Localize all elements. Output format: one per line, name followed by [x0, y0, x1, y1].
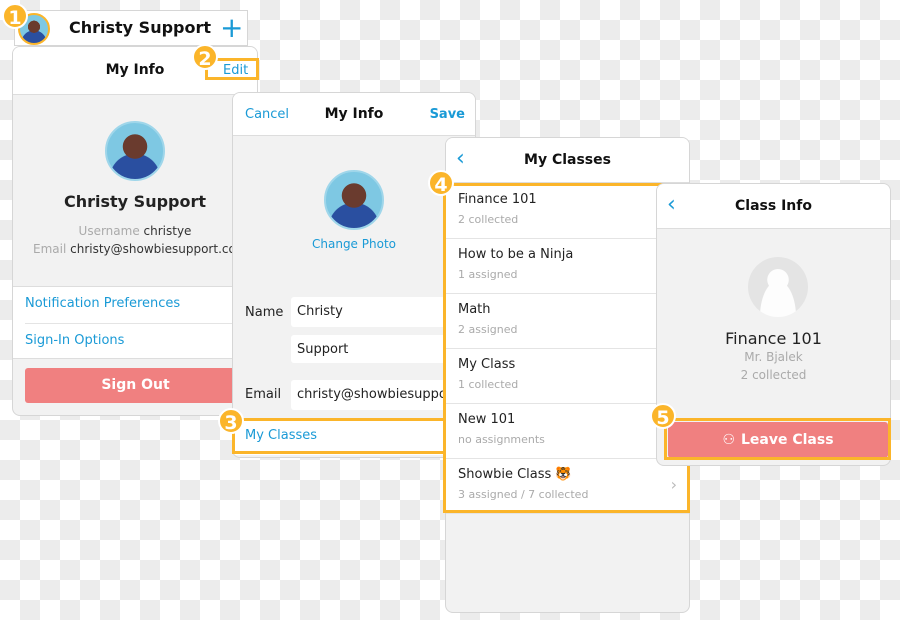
class-name: Finance 101: [725, 329, 822, 348]
edit-info-card: Cancel My Info Save Change Photo Name Ch…: [232, 92, 476, 458]
class-status: no assignments: [458, 433, 545, 446]
notification-preferences-link[interactable]: Notification Preferences: [25, 296, 180, 311]
account-bar: Christy Support +: [14, 10, 248, 46]
leave-class-label: Leave Class: [741, 432, 834, 448]
change-photo-button[interactable]: Change Photo: [233, 237, 475, 251]
email-label: Email: [33, 242, 67, 256]
profile-avatar: [105, 121, 165, 181]
class-row[interactable]: Finance 101 2 collected: [446, 184, 689, 239]
class-row[interactable]: How to be a Ninja 1 assigned: [446, 239, 689, 294]
class-name: How to be a Ninja: [458, 247, 574, 262]
my-classes-card: ‹ My Classes Finance 101 2 collected How …: [445, 137, 690, 613]
my-info-title: My Info: [105, 62, 165, 78]
class-placeholder-avatar: [748, 257, 808, 317]
save-button[interactable]: Save: [430, 107, 465, 122]
teacher-name: Mr. Bjalek: [744, 350, 803, 364]
class-status: 1 collected: [458, 378, 519, 391]
username-line: Username christye: [13, 224, 257, 238]
class-status: 1 assigned: [458, 268, 518, 281]
my-classes-link[interactable]: My Classes: [245, 428, 317, 443]
class-name: New 101: [458, 412, 516, 427]
account-name: Christy Support: [69, 18, 212, 37]
leave-class-button[interactable]: ⚇ Leave Class: [668, 422, 888, 458]
class-row[interactable]: Showbie Class 🐯 3 assigned / 7 collected …: [446, 459, 689, 514]
class-name: My Class: [458, 357, 516, 372]
step-badge-3: 3: [218, 408, 244, 434]
username-value: christye: [143, 224, 192, 238]
class-status: 2 collected: [740, 368, 807, 382]
class-name: Showbie Class 🐯: [458, 467, 572, 482]
class-info-title: Class Info: [735, 198, 812, 214]
sign-in-options-link[interactable]: Sign-In Options: [25, 333, 124, 348]
edit-avatar: [324, 170, 384, 230]
step-badge-4: 4: [428, 170, 454, 196]
step-badge-1: 1: [2, 3, 28, 29]
email-label: Email: [245, 387, 282, 402]
class-name: Finance 101: [458, 192, 537, 207]
edit-button[interactable]: Edit: [223, 63, 248, 78]
class-name: Math: [458, 302, 491, 317]
profile-name: Christy Support: [63, 192, 207, 211]
class-status: 3 assigned / 7 collected: [458, 488, 589, 501]
my-classes-title: My Classes: [524, 152, 611, 168]
plus-icon[interactable]: +: [220, 11, 243, 45]
class-row[interactable]: Math 2 assigned: [446, 294, 689, 349]
class-row[interactable]: My Class 1 collected: [446, 349, 689, 404]
email-value: christy@showbiesupport.com: [70, 242, 248, 256]
username-label: Username: [78, 224, 140, 238]
step-badge-2: 2: [192, 44, 218, 70]
remove-user-icon: ⚇: [722, 432, 735, 448]
name-label: Name: [245, 305, 284, 320]
class-status: 2 collected: [458, 213, 519, 226]
email-line: Email christy@showbiesupport.com: [33, 242, 248, 256]
chevron-right-icon: ›: [670, 475, 677, 494]
class-info-card: ‹ Class Info Finance 101 Mr. Bjalek 2 co…: [656, 183, 891, 466]
step-badge-5: 5: [650, 403, 676, 429]
sign-out-button[interactable]: Sign Out: [25, 368, 246, 403]
my-info-card: My Info Edit Christy Support Username ch…: [12, 46, 258, 416]
class-status: 2 assigned: [458, 323, 518, 336]
